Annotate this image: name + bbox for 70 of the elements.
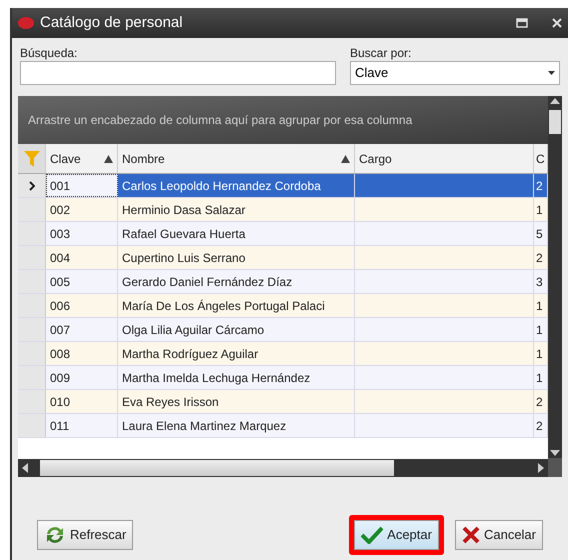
scroll-down-icon[interactable] <box>550 450 560 458</box>
close-icon[interactable] <box>552 18 562 28</box>
search-by-label: Buscar por: <box>350 46 412 61</box>
cancel-x-icon <box>462 526 480 544</box>
table-cell: Rafael Guevara Huerta <box>118 222 355 245</box>
maximize-icon[interactable] <box>516 18 528 28</box>
table-cell: 006 <box>46 294 118 317</box>
table-cell: 010 <box>46 390 118 413</box>
table-cell: Martha Imelda Lechuga Hernández <box>118 366 355 389</box>
current-row-icon <box>28 180 34 190</box>
table-cell: 003 <box>46 222 118 245</box>
table-cell: 005 <box>46 270 118 293</box>
accept-button[interactable]: Aceptar <box>354 520 439 550</box>
table-row[interactable]: 010 Eva Reyes Irisson 2 <box>18 390 548 414</box>
table-row[interactable]: 006 María De Los Ángeles Portugal Palaci 1 <box>18 294 548 318</box>
table-cell: Olga Lilia Aguilar Cárcamo <box>118 318 355 341</box>
table-cell: Gerardo Daniel Fernández Díaz <box>118 270 355 293</box>
search-label: Búsqueda: <box>20 46 78 61</box>
table-cell: 1 <box>534 366 548 389</box>
column-header[interactable]: Nombre <box>118 144 355 173</box>
table-cell: 2 <box>534 414 548 437</box>
table-row[interactable]: 003 Rafael Guevara Huerta 5 <box>18 222 548 246</box>
table-row[interactable]: 009 Martha Imelda Lechuga Hernández 1 <box>18 366 548 390</box>
table-cell: 1 <box>534 294 548 317</box>
window-title: Catálogo de personal <box>40 12 184 33</box>
table-cell: Cupertino Luis Serrano <box>118 246 355 269</box>
table-cell: 1 <box>534 318 548 341</box>
table-cell: María De Los Ángeles Portugal Palaci <box>118 294 355 317</box>
table-cell: Carlos Leopoldo Hernandez Cordoba <box>118 174 355 197</box>
table-cell: 004 <box>46 246 118 269</box>
table-cell: 5 <box>534 222 548 245</box>
vertical-scrollbar[interactable] <box>548 96 562 458</box>
app-icon <box>18 17 34 29</box>
search-field[interactable] <box>20 61 336 85</box>
caret-icon <box>548 71 555 75</box>
table-cell: 1 <box>534 342 548 365</box>
table-cell: 007 <box>46 318 118 341</box>
table-cell: 009 <box>46 366 118 389</box>
table-cell: 3 <box>534 270 548 293</box>
column-header[interactable]: C <box>534 144 548 173</box>
table-cell: 2 <box>534 174 548 197</box>
scroll-thumb[interactable] <box>549 110 561 134</box>
group-hint: Arrastre un encabezado de columna aquí para agrupar por esa columna <box>28 112 412 129</box>
table-row[interactable]: 004 Cupertino Luis Serrano 2 <box>18 246 548 270</box>
table-cell: 008 <box>46 342 118 365</box>
table-cell: Herminio Dasa Salazar <box>118 198 355 221</box>
column-header[interactable]: Cargo <box>355 144 534 173</box>
table-cell: Martha Rodríguez Aguilar <box>118 342 355 365</box>
table-row[interactable]: 007 Olga Lilia Aguilar Cárcamo 1 <box>18 318 548 342</box>
cancel-button[interactable]: Cancelar <box>454 520 543 550</box>
search-by-dropdown[interactable]: Clave <box>350 61 560 85</box>
table-cell: Laura Elena Martinez Marquez <box>118 414 355 437</box>
table-row[interactable]: 011 Laura Elena Martinez Marquez 2 <box>18 414 548 438</box>
table-cell: 011 <box>46 414 118 437</box>
table-row[interactable]: 001 Carlos Leopoldo Hernandez Cordoba 2 <box>18 174 548 198</box>
refresh-button[interactable]: Refrescar <box>37 520 134 550</box>
table-cell: 1 <box>534 198 548 221</box>
table-row[interactable]: 008 Martha Rodríguez Aguilar 1 <box>18 342 548 366</box>
table-row[interactable]: 002 Herminio Dasa Salazar 1 <box>18 198 548 222</box>
scroll-up-icon[interactable] <box>550 96 560 104</box>
column-header[interactable]: Clave <box>46 144 118 173</box>
table-row[interactable]: 005 Gerardo Daniel Fernández Díaz 3 <box>18 270 548 294</box>
checkmark-icon <box>361 526 384 544</box>
table-cell: Eva Reyes Irisson <box>118 390 355 413</box>
horizontal-scrollbar[interactable] <box>18 459 548 477</box>
scroll-thumb[interactable] <box>40 460 394 476</box>
table-cell: 2 <box>534 390 548 413</box>
table-cell: 002 <box>46 198 118 221</box>
refresh-icon <box>44 525 66 545</box>
table-cell: 2 <box>534 246 548 269</box>
